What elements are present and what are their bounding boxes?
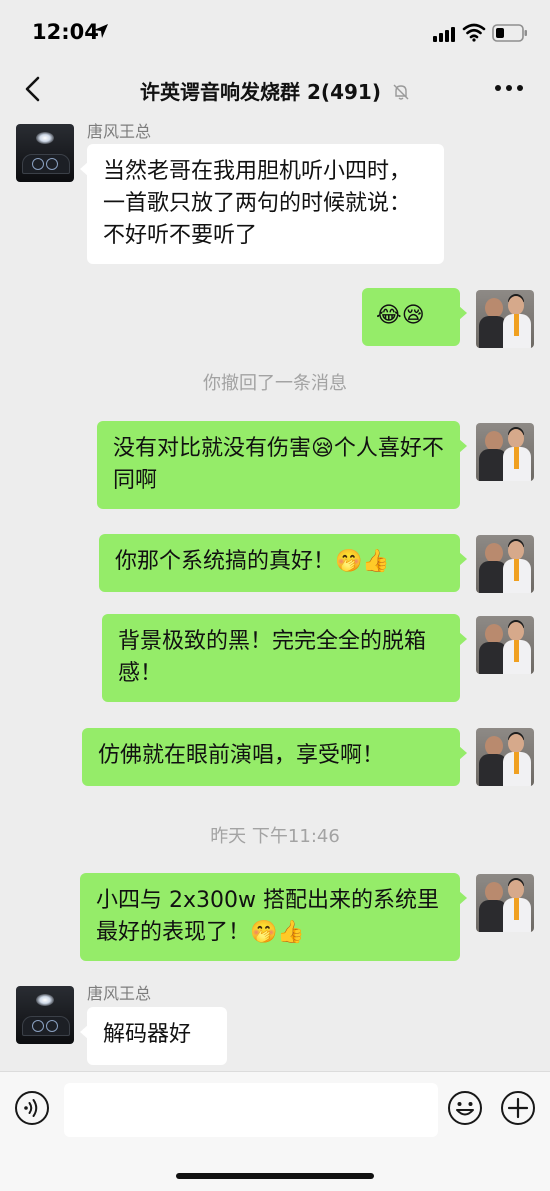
avatar[interactable] [476, 616, 534, 674]
avatar-head [485, 736, 503, 756]
voice-icon[interactable] [14, 1090, 50, 1126]
avatar-head [508, 296, 524, 315]
avatar[interactable] [16, 986, 74, 1044]
avatar[interactable] [476, 535, 534, 593]
avatar-lanyard [514, 314, 519, 336]
avatar[interactable] [16, 124, 74, 182]
signal-icon [433, 27, 455, 42]
avatar[interactable] [476, 874, 534, 932]
message-bubble[interactable]: 背景极致的黑！完完全全的脱箱感！ [102, 614, 467, 702]
message-bubble[interactable]: 解码器好 [80, 1007, 227, 1065]
avatar-head [508, 622, 524, 641]
avatar-lanyard [514, 898, 519, 920]
message-bubble[interactable]: 仿佛就在眼前演唱，享受啊！ [82, 728, 467, 786]
message-bubble[interactable]: 你那个系统搞的真好！🤭👍 [99, 534, 467, 592]
system-message: 你撤回了一条消息 [203, 373, 347, 394]
more-icon[interactable] [494, 84, 524, 92]
message-bubble[interactable]: 当然老哥在我用胆机听小四时，一首歌只放了两句的时候就说：不好听不要听了 [80, 144, 444, 264]
avatar-head [485, 624, 503, 644]
message-bubble[interactable]: 😂😪 [362, 288, 467, 346]
avatar-head [485, 882, 503, 902]
avatar-head [485, 543, 503, 563]
plus-icon[interactable] [500, 1090, 536, 1126]
avatar-light [36, 132, 54, 144]
avatar-head [508, 734, 524, 753]
status-bar: 12:04 [0, 0, 550, 64]
sender-name: 唐风王总 [87, 984, 152, 1003]
system-timestamp: 昨天 下午11:46 [210, 826, 340, 847]
wifi-icon [462, 23, 486, 42]
status-time: 12:04 [32, 20, 99, 44]
avatar-light [36, 994, 54, 1006]
avatar-head [485, 298, 503, 318]
avatar-lanyard [514, 752, 519, 774]
location-arrow-icon [94, 24, 108, 38]
battery-icon [492, 24, 527, 42]
mute-bell-icon [393, 84, 409, 100]
message-bubble[interactable]: 小四与 2x300w 搭配出来的系统里最好的表现了！🤭👍 [80, 873, 467, 961]
chat-title-wrap: 许英谔音响发烧群 2(491) [0, 76, 550, 105]
avatar[interactable] [476, 423, 534, 481]
sender-name: 唐风王总 [87, 122, 152, 141]
avatar-head [485, 431, 503, 451]
avatar-head [508, 541, 524, 560]
avatar-lanyard [514, 447, 519, 469]
avatar-lanyard [514, 640, 519, 662]
avatar[interactable] [476, 290, 534, 348]
message-bubble[interactable]: 没有对比就没有伤害😪个人喜好不同啊 [97, 421, 467, 509]
avatar-gauge [46, 1020, 58, 1032]
emoji-icon[interactable] [447, 1090, 483, 1126]
home-indicator[interactable] [176, 1173, 374, 1179]
avatar-lanyard [514, 559, 519, 581]
avatar-head [508, 429, 524, 448]
avatar-gauge [32, 1020, 44, 1032]
avatar[interactable] [476, 728, 534, 786]
avatar-gauge [46, 158, 58, 170]
message-input[interactable] [64, 1083, 438, 1137]
input-bar [0, 1071, 550, 1191]
avatar-head [508, 880, 524, 899]
chat-header: 许英谔音响发烧群 2(491) [0, 64, 550, 114]
avatar-gauge [32, 158, 44, 170]
chat-title: 许英谔音响发烧群 2(491) [140, 80, 381, 104]
